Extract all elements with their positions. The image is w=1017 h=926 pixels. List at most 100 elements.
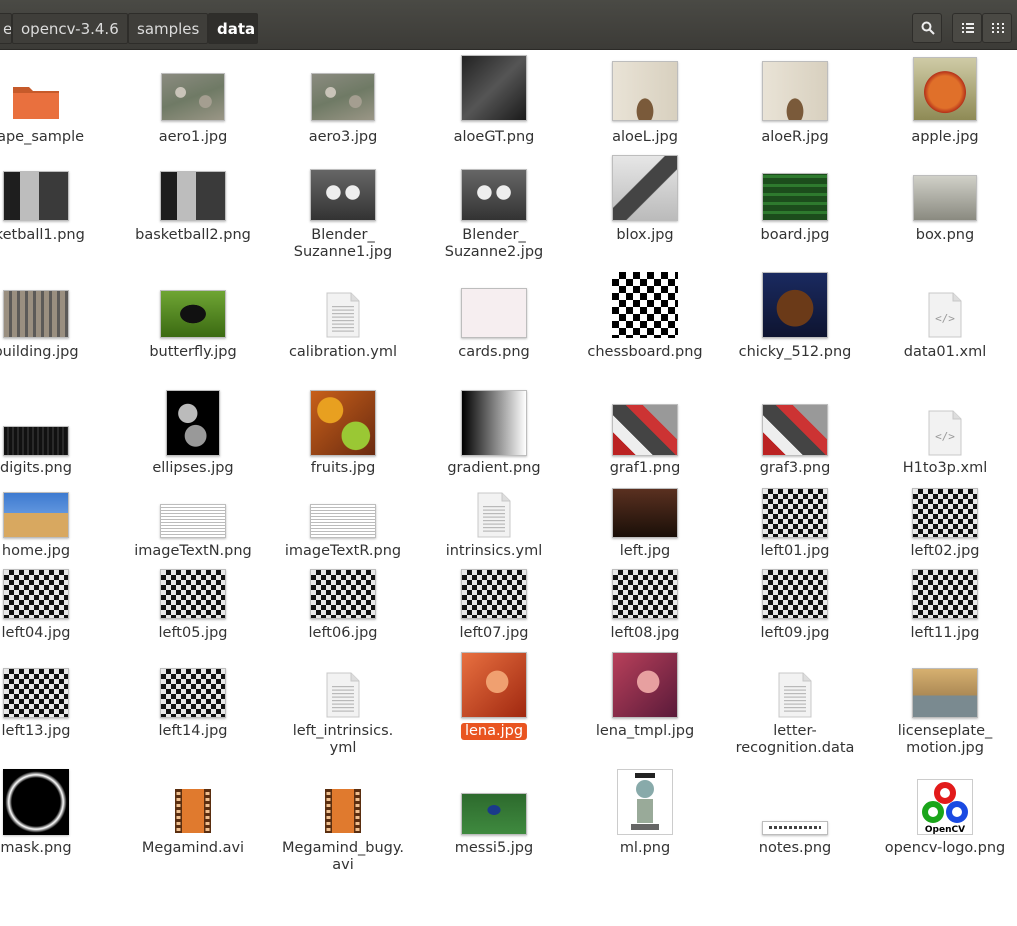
file-item[interactable]: aero1.jpg <box>118 50 268 926</box>
file-name-line2: motion.jpg <box>906 740 984 756</box>
list-view-button[interactable] <box>952 13 982 43</box>
file-item[interactable]: aloeL.jpg <box>570 50 720 926</box>
opencv-logo-thumbnail: OpenCV <box>917 779 973 835</box>
file-name: imageTextR.png <box>284 543 402 559</box>
file-item[interactable]: left05.jpg <box>118 50 268 926</box>
image-thumbnail <box>160 569 226 619</box>
breadcrumb-opencv[interactable]: opencv-3.4.6 <box>12 13 128 44</box>
file-item[interactable]: fruits.jpg <box>268 50 418 926</box>
file-name: aloeR.jpg <box>761 129 829 145</box>
image-thumbnail <box>160 668 226 718</box>
image-thumbnail <box>762 569 828 619</box>
file-item[interactable]: </> H1to3p.xml <box>870 50 1017 926</box>
file-item[interactable]: licenseplate_ motion.jpg <box>870 50 1017 926</box>
image-thumbnail <box>161 73 225 121</box>
file-name: graf3.png <box>759 460 831 476</box>
file-item[interactable]: cards.png <box>419 50 569 926</box>
file-name: Megamind_bugy. <box>281 840 405 856</box>
file-item[interactable]: aloeR.jpg <box>720 50 870 926</box>
file-item[interactable]: chessboard.png <box>570 50 720 926</box>
file-item[interactable]: lena_tmpl.jpg <box>570 50 720 926</box>
file-item[interactable]: </> data01.xml <box>870 50 1017 926</box>
file-item[interactable]: calibration.yml <box>268 50 418 926</box>
file-item[interactable]: chicky_512.png <box>720 50 870 926</box>
file-item[interactable]: sketball1.png <box>0 50 111 926</box>
file-item[interactable]: left13.jpg <box>0 50 111 926</box>
file-item[interactable]: left07.jpg <box>419 50 569 926</box>
file-item[interactable]: apple.jpg <box>870 50 1017 926</box>
file-item[interactable]: left11.jpg <box>870 50 1017 926</box>
file-name: lena.jpg <box>460 723 528 740</box>
file-item[interactable]: left08.jpg <box>570 50 720 926</box>
file-item[interactable]: left02.jpg <box>870 50 1017 926</box>
file-name: left13.jpg <box>1 723 71 739</box>
file-name: digits.png <box>0 460 72 476</box>
file-item[interactable]: left.jpg <box>570 50 720 926</box>
file-item[interactable]: home.jpg <box>0 50 111 926</box>
file-item[interactable]: lena.jpg <box>419 50 569 926</box>
folder-icon <box>13 87 59 119</box>
file-item[interactable]: hape_sample <box>0 50 111 926</box>
breadcrumb-data[interactable]: data <box>208 13 258 44</box>
file-item[interactable]: aloeGT.png <box>419 50 569 926</box>
search-icon <box>921 21 935 35</box>
file-name: data01.xml <box>903 344 987 360</box>
file-item[interactable]: aero3.jpg <box>268 50 418 926</box>
file-name: Megamind.avi <box>141 840 245 856</box>
file-name: aero3.jpg <box>308 129 378 145</box>
breadcrumb-home[interactable]: e <box>0 13 12 44</box>
file-name: blox.jpg <box>616 227 674 243</box>
file-item[interactable]: notes.png <box>720 50 870 926</box>
file-item[interactable]: Blender_ Suzanne2.jpg <box>419 50 569 926</box>
file-item[interactable]: blox.jpg <box>570 50 720 926</box>
file-item[interactable]: graf1.png <box>570 50 720 926</box>
file-item[interactable]: messi5.jpg <box>419 50 569 926</box>
file-item[interactable]: imageTextR.png <box>268 50 418 926</box>
file-item[interactable]: imageTextN.png <box>118 50 268 926</box>
image-thumbnail <box>913 57 977 121</box>
file-item[interactable]: left01.jpg <box>720 50 870 926</box>
file-item[interactable]: Megamind_bugy. avi <box>268 50 418 926</box>
file-name: left06.jpg <box>308 625 378 641</box>
file-item[interactable]: butterfly.jpg <box>118 50 268 926</box>
file-item[interactable]: basketball2.png <box>118 50 268 926</box>
file-name: board.jpg <box>760 227 830 243</box>
file-item[interactable]: box.png <box>870 50 1017 926</box>
file-item[interactable]: board.jpg <box>720 50 870 926</box>
image-thumbnail <box>461 169 527 221</box>
file-item[interactable]: left04.jpg <box>0 50 111 926</box>
text-file-icon <box>326 672 360 718</box>
breadcrumb-samples[interactable]: samples <box>128 13 208 44</box>
image-thumbnail <box>762 488 828 538</box>
image-thumbnail <box>310 569 376 619</box>
file-item[interactable]: left14.jpg <box>118 50 268 926</box>
image-thumbnail <box>160 171 226 221</box>
list-view-icon <box>962 23 974 33</box>
file-item[interactable]: left_intrinsics. yml <box>268 50 418 926</box>
search-button[interactable] <box>912 13 942 43</box>
file-item[interactable]: OpenCV opencv-logo.png <box>870 50 1017 926</box>
file-item[interactable]: left06.jpg <box>268 50 418 926</box>
file-item[interactable]: gradient.png <box>419 50 569 926</box>
file-name: opencv-logo.png <box>884 840 1006 856</box>
file-name: messi5.jpg <box>454 840 534 856</box>
file-item[interactable]: graf3.png <box>720 50 870 926</box>
file-item[interactable]: Blender_ Suzanne1.jpg <box>268 50 418 926</box>
file-item[interactable]: intrinsics.yml <box>419 50 569 926</box>
image-thumbnail <box>762 61 828 121</box>
file-name: ml.png <box>619 840 671 856</box>
file-name: chicky_512.png <box>738 344 852 360</box>
image-thumbnail <box>612 404 678 456</box>
image-thumbnail <box>3 769 69 835</box>
file-item[interactable]: mask.png <box>0 50 111 926</box>
file-item[interactable]: ellipses.jpg <box>118 50 268 926</box>
file-item[interactable]: ml.png <box>570 50 720 926</box>
file-item[interactable]: building.jpg <box>0 50 111 926</box>
grid-view-button[interactable] <box>982 13 1012 43</box>
image-thumbnail <box>310 169 376 221</box>
file-item[interactable]: digits.png <box>0 50 111 926</box>
file-item[interactable]: letter-recognition.data <box>720 50 870 926</box>
file-item[interactable]: left09.jpg <box>720 50 870 926</box>
file-item[interactable]: Megamind.avi <box>118 50 268 926</box>
file-grid: hape_sample aero1.jpg aero3.jpg aloeGT.png a… <box>0 50 1017 876</box>
